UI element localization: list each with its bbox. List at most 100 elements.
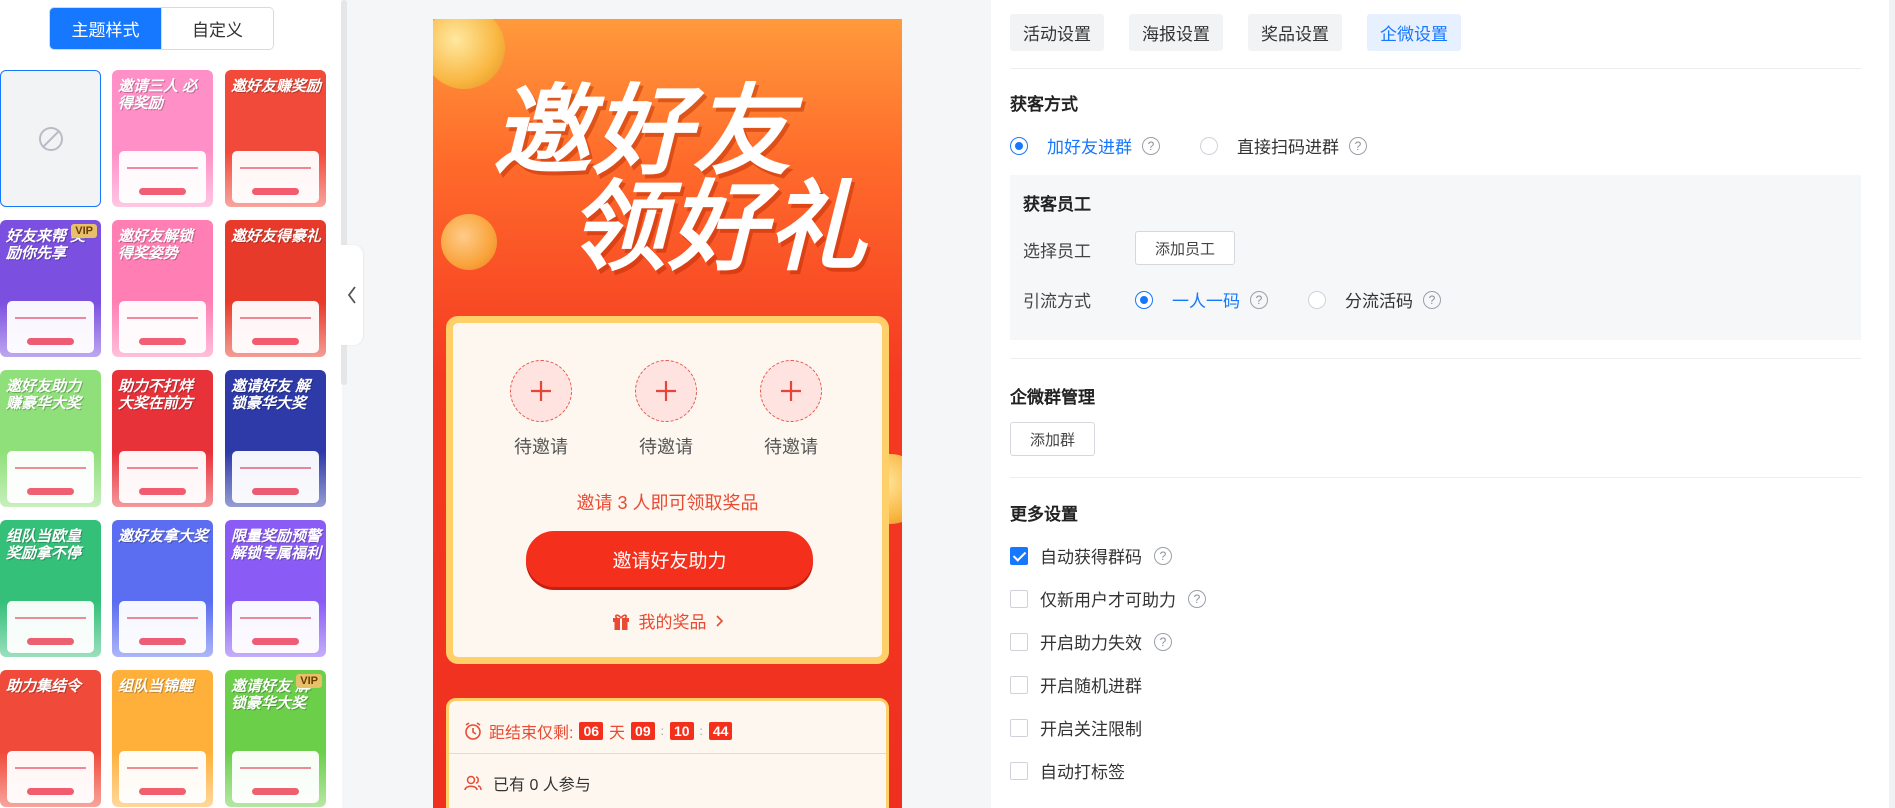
template-tile[interactable]: 助力不打烊 大奖在前方 <box>112 370 213 507</box>
template-tile[interactable]: 邀好友解锁 得奖姿势 <box>112 220 213 357</box>
template-tile[interactable]: 邀好友助力 赚豪华大奖 <box>0 370 101 507</box>
app-root: 主题样式 自定义 邀请三人 必得奖励 邀好友赚奖励 好友来帮 奖励你先享 VIP 邀好友… <box>0 0 1895 808</box>
template-tile[interactable]: 组队当锦鲤 <box>112 670 213 807</box>
countdown-seconds: 44 <box>708 722 733 740</box>
right-scrollbar[interactable] <box>1889 0 1895 808</box>
add-friend-label[interactable]: 加好友进群 <box>1047 133 1132 158</box>
template-tile[interactable]: 邀请好友 解锁豪华大奖 <box>225 370 326 507</box>
help-icon[interactable]: ? <box>1154 632 1172 651</box>
one-person-code-label[interactable]: 一人一码 <box>1172 287 1240 312</box>
countdown-separator: : <box>660 724 664 738</box>
traffic-mode-label: 引流方式 <box>1023 292 1091 311</box>
countdown-hours: 09 <box>631 722 655 740</box>
template-card-preview <box>232 751 319 803</box>
setting-option-row[interactable]: 自动打标签 <box>1010 758 1125 783</box>
template-card-preview <box>119 751 206 803</box>
template-none-tile[interactable] <box>0 70 101 207</box>
setting-option-row[interactable]: 开启关注限制 <box>1010 715 1142 740</box>
alarm-clock-icon <box>465 722 481 740</box>
activity-info-card: 距结束仅剩: 06 天 09 : 10 : 44 已有 0 人参与 <box>446 698 889 808</box>
template-tile[interactable]: 助力集结令 <box>0 670 101 807</box>
template-card-preview <box>119 301 206 353</box>
collapse-panel-button[interactable] <box>341 245 363 345</box>
invite-friends-button[interactable]: 邀请好友助力 <box>526 531 813 587</box>
setting-checkbox[interactable] <box>1010 632 1028 651</box>
settings-tabs: 活动设置 海报设置 奖品设置 企微设置 <box>1010 14 1461 51</box>
help-icon[interactable]: ? <box>1423 290 1441 309</box>
setting-option-row[interactable]: 开启随机进群 <box>1010 672 1142 697</box>
template-tile[interactable]: 限量奖励预警 解锁专属福利 <box>225 520 326 657</box>
select-staff-label: 选择员工 <box>1023 242 1091 261</box>
tab-activity-settings[interactable]: 活动设置 <box>1010 14 1104 51</box>
setting-checkbox[interactable] <box>1010 546 1028 565</box>
template-tile[interactable]: 邀好友赚奖励 <box>225 70 326 207</box>
setting-checkbox[interactable] <box>1010 761 1028 780</box>
invite-card: 待邀请 待邀请 待邀请 邀请 3 人即可领取奖品 邀请好友助力 我的奖品 <box>446 316 889 664</box>
setting-checkbox[interactable] <box>1010 675 1028 694</box>
setting-option-label: 自动打标签 <box>1040 763 1125 782</box>
split-code-radio[interactable] <box>1308 290 1326 309</box>
countdown-minutes: 10 <box>669 722 694 740</box>
no-style-icon <box>38 126 63 151</box>
invite-slot[interactable] <box>510 360 572 422</box>
acquire-method-options: 加好友进群 ? 直接扫码进群 ? <box>1010 133 1367 158</box>
divider <box>1010 68 1861 69</box>
tab-poster-settings[interactable]: 海报设置 <box>1129 14 1223 51</box>
setting-option-label: 开启关注限制 <box>1040 720 1142 739</box>
template-tile[interactable]: 邀好友得豪礼 <box>225 220 326 357</box>
invite-slot[interactable] <box>760 360 822 422</box>
template-title: 邀好友拿大奖 <box>118 528 209 545</box>
setting-option-label: 自动获得群码 <box>1040 548 1142 567</box>
template-tile[interactable]: 好友来帮 奖励你先享 VIP <box>0 220 101 357</box>
setting-option-row[interactable]: 仅新用户才可助力? <box>1010 586 1206 611</box>
divider <box>449 753 886 754</box>
theme-style-button[interactable]: 主题样式 <box>50 8 161 49</box>
help-icon[interactable]: ? <box>1250 290 1268 309</box>
template-card-preview <box>7 751 94 803</box>
gift-icon <box>612 613 629 630</box>
more-settings-title: 更多设置 <box>1010 505 1078 524</box>
add-staff-button[interactable]: 添加员工 <box>1135 231 1235 265</box>
template-card-preview <box>7 451 94 503</box>
help-icon[interactable]: ? <box>1349 136 1367 155</box>
add-friend-radio[interactable] <box>1010 136 1028 155</box>
custom-button[interactable]: 自定义 <box>161 8 273 49</box>
plus-icon <box>656 381 676 401</box>
countdown-day-unit: 天 <box>609 725 626 742</box>
plus-icon <box>531 381 551 401</box>
countdown-separator: : <box>699 724 703 738</box>
invite-slot[interactable] <box>635 360 697 422</box>
add-group-button[interactable]: 添加群 <box>1010 422 1095 456</box>
scan-join-radio[interactable] <box>1200 136 1218 155</box>
template-tile[interactable]: 邀请三人 必得奖励 <box>112 70 213 207</box>
my-prize-link[interactable]: 我的奖品 <box>453 608 882 633</box>
help-icon[interactable]: ? <box>1142 136 1160 155</box>
theme-mode-switch: 主题样式 自定义 <box>49 7 274 50</box>
setting-checkbox[interactable] <box>1010 718 1028 737</box>
tab-prize-settings[interactable]: 奖品设置 <box>1248 14 1342 51</box>
split-code-label[interactable]: 分流活码 <box>1345 287 1413 312</box>
template-card-preview <box>119 601 206 653</box>
countdown-label: 距结束仅剩: <box>489 725 574 742</box>
template-card-preview <box>232 601 319 653</box>
tab-wecom-settings[interactable]: 企微设置 <box>1367 14 1461 51</box>
setting-option-label: 开启助力失效 <box>1040 634 1142 653</box>
template-tile[interactable]: 邀请好友 解锁豪华大奖 VIP <box>225 670 326 807</box>
help-icon[interactable]: ? <box>1188 589 1206 608</box>
wecom-group-title: 企微群管理 <box>1010 388 1095 407</box>
setting-checkbox[interactable] <box>1010 589 1028 608</box>
setting-option-row[interactable]: 自动获得群码? <box>1010 543 1172 568</box>
invite-slot-label: 待邀请 <box>514 437 568 457</box>
help-icon[interactable]: ? <box>1154 546 1172 565</box>
template-card-preview <box>7 301 94 353</box>
divider <box>1010 477 1861 478</box>
one-person-code-radio[interactable] <box>1135 290 1153 309</box>
setting-option-label: 开启随机进群 <box>1040 677 1142 696</box>
template-tile[interactable]: 组队当欧皇 奖励拿不停 <box>0 520 101 657</box>
countdown-days: 06 <box>579 722 604 740</box>
setting-option-row[interactable]: 开启助力失效? <box>1010 629 1172 654</box>
scan-join-label[interactable]: 直接扫码进群 <box>1237 133 1339 158</box>
participants-row: 已有 0 人参与 <box>463 771 591 795</box>
template-title: 助力集结令 <box>6 678 82 695</box>
template-tile[interactable]: 邀好友拿大奖 <box>112 520 213 657</box>
